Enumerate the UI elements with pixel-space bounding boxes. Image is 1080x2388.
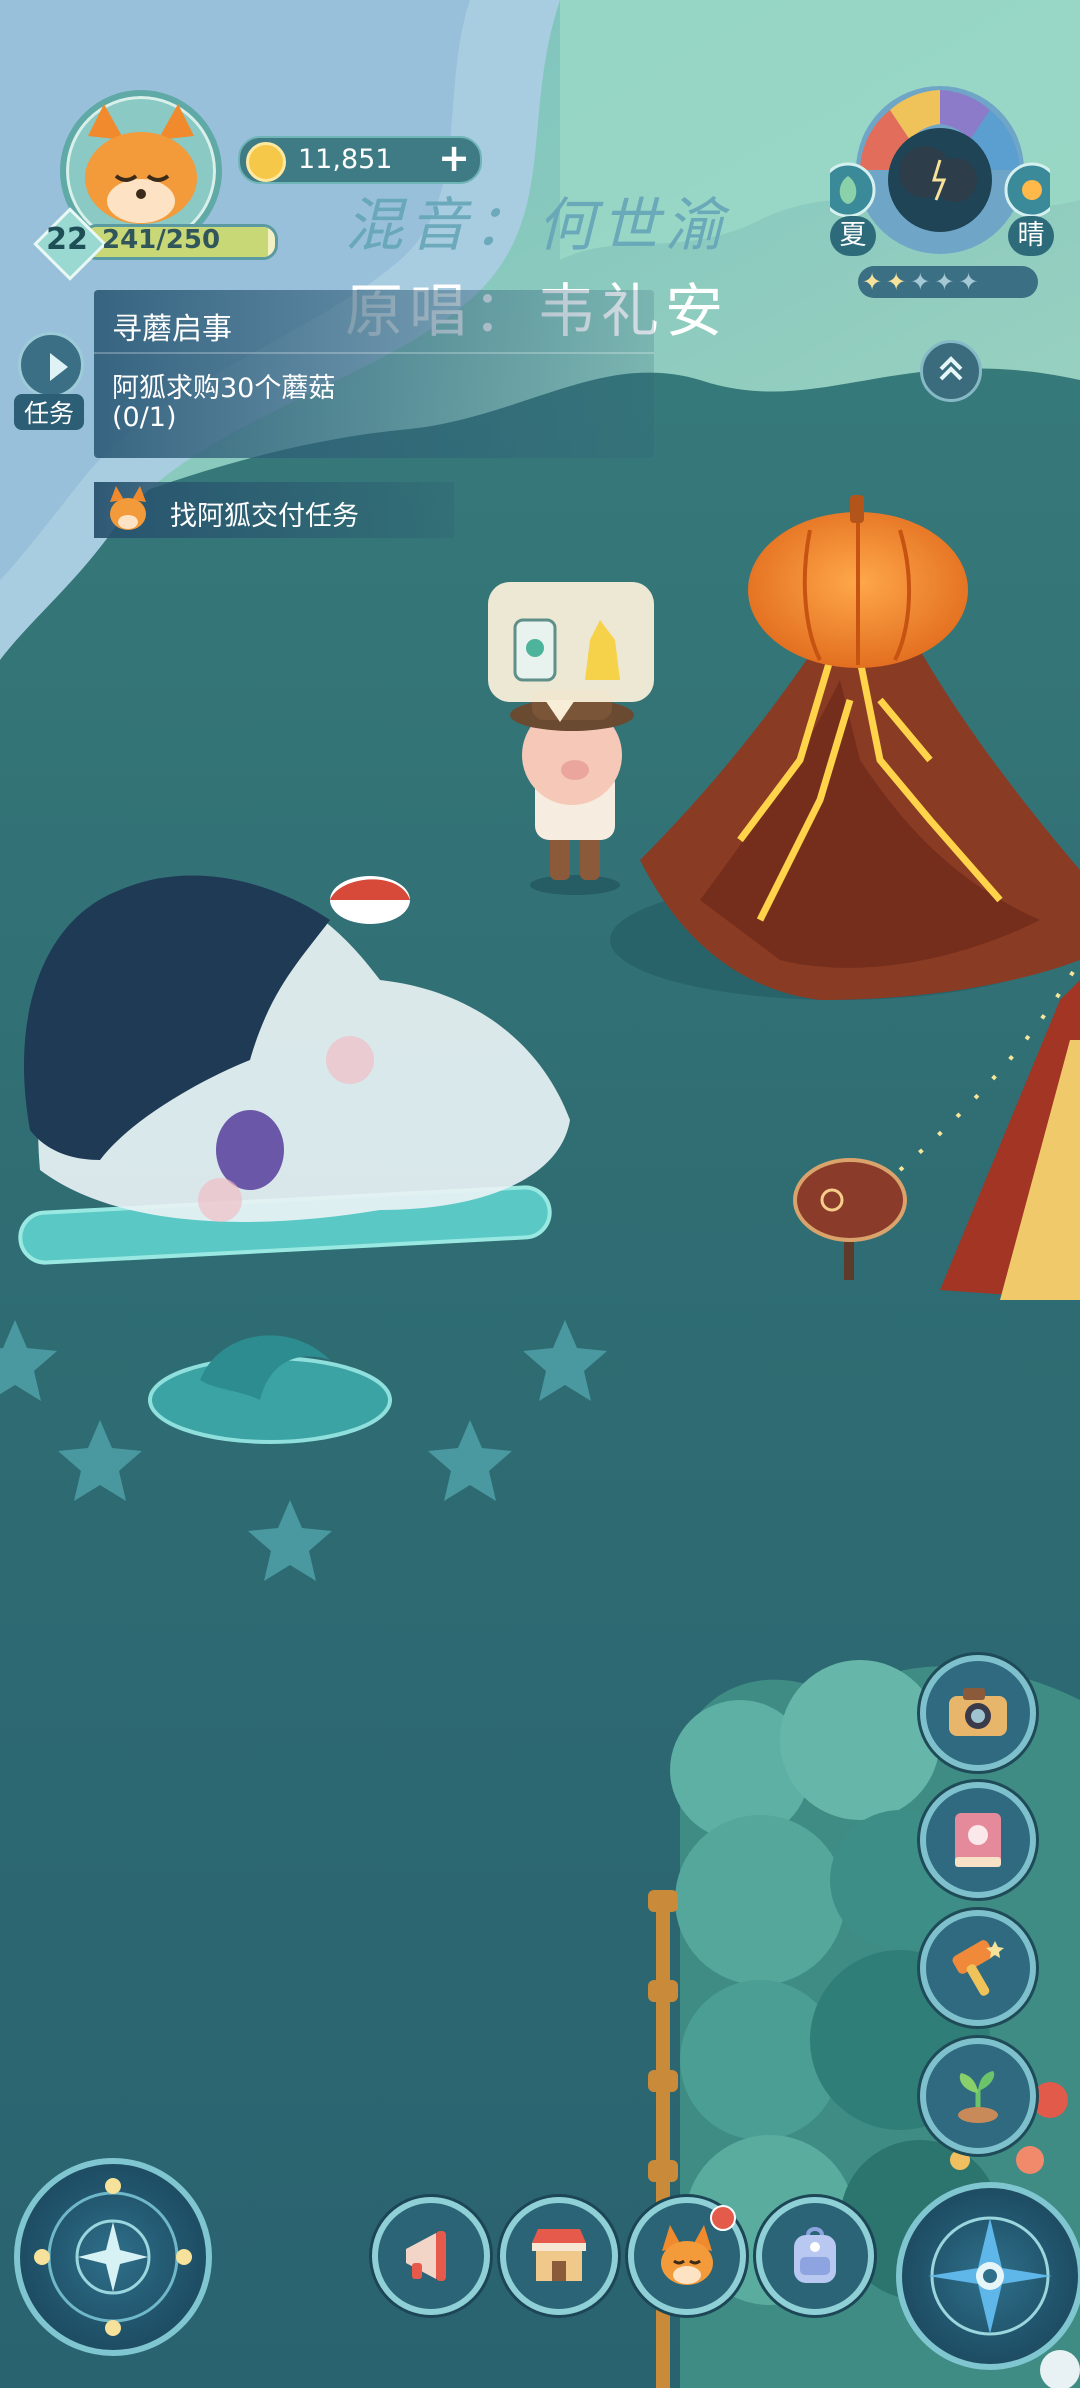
- magic-circle-icon: [34, 2178, 192, 2336]
- compass-icon: [928, 2216, 1052, 2336]
- weather-stars: ✦ ✦ ✦ ✦ ✦: [858, 266, 1038, 298]
- weather-star-icon: ✦: [958, 268, 979, 296]
- compass-button[interactable]: [896, 2182, 1080, 2370]
- coin-counter: 11,851 +: [238, 136, 482, 184]
- weather-dial[interactable]: 夏 晴 ✦ ✦ ✦ ✦ ✦: [820, 80, 1060, 300]
- megaphone-icon: [406, 2231, 446, 2281]
- build-button[interactable]: [920, 1910, 1036, 2026]
- book-icon: [955, 1813, 1001, 1867]
- coin-icon: [246, 142, 286, 182]
- chevron-up-icon: [939, 356, 963, 381]
- backpack-icon: [794, 2227, 836, 2283]
- weather-label: 晴: [1008, 216, 1054, 256]
- speech-bubble: [488, 582, 654, 722]
- backpack-button[interactable]: [756, 2197, 874, 2315]
- xp-text: 241/250: [102, 225, 221, 255]
- season-label: 夏: [830, 216, 876, 256]
- quest-description: 阿狐求购30个蘑菇: [112, 373, 336, 404]
- weather-star-icon: ✦: [934, 268, 955, 296]
- fox-friend-icon: [661, 2225, 713, 2285]
- watermark-line-1: 混音：何世渝: [345, 191, 730, 259]
- fox-head-icon: [110, 486, 146, 530]
- weather-star-icon: ✦: [886, 268, 907, 296]
- play-arrow-icon: [50, 353, 68, 381]
- add-coins-button[interactable]: +: [438, 136, 470, 180]
- weather-star-icon: ✦: [862, 268, 883, 296]
- friend-button[interactable]: [628, 2197, 746, 2315]
- task-toggle[interactable]: [18, 332, 84, 398]
- announcement-button[interactable]: [372, 2197, 490, 2315]
- magic-circle-button[interactable]: [14, 2158, 212, 2356]
- camera-button[interactable]: [920, 1655, 1036, 1771]
- level-number: 22: [46, 222, 88, 257]
- plant-button[interactable]: [920, 2038, 1036, 2154]
- task-button[interactable]: 任务: [14, 330, 84, 430]
- quest-divider: [94, 352, 654, 354]
- quest-progress: (0/1): [112, 402, 177, 433]
- notification-badge: [710, 2205, 736, 2231]
- subtask-text: 找阿狐交付任务: [170, 501, 359, 532]
- camera-icon: [949, 1688, 1007, 1736]
- shop-button[interactable]: [500, 2197, 618, 2315]
- quest-panel[interactable]: 寻蘑启事 阿狐求购30个蘑菇 (0/1): [94, 290, 654, 458]
- handbook-button[interactable]: [920, 1782, 1036, 1898]
- quest-subtask[interactable]: 找阿狐交付任务: [94, 482, 454, 538]
- shop-icon: [532, 2229, 586, 2281]
- weather-star-icon: ✦: [910, 268, 931, 296]
- sprout-icon: [958, 2071, 998, 2123]
- task-label: 任务: [14, 394, 84, 430]
- collapse-button[interactable]: [920, 340, 982, 402]
- quest-title: 寻蘑启事: [112, 312, 232, 347]
- player-avatar[interactable]: 22 241/250: [33, 90, 278, 281]
- hammer-icon: [952, 1940, 1004, 1996]
- coin-value: 11,851: [298, 144, 393, 175]
